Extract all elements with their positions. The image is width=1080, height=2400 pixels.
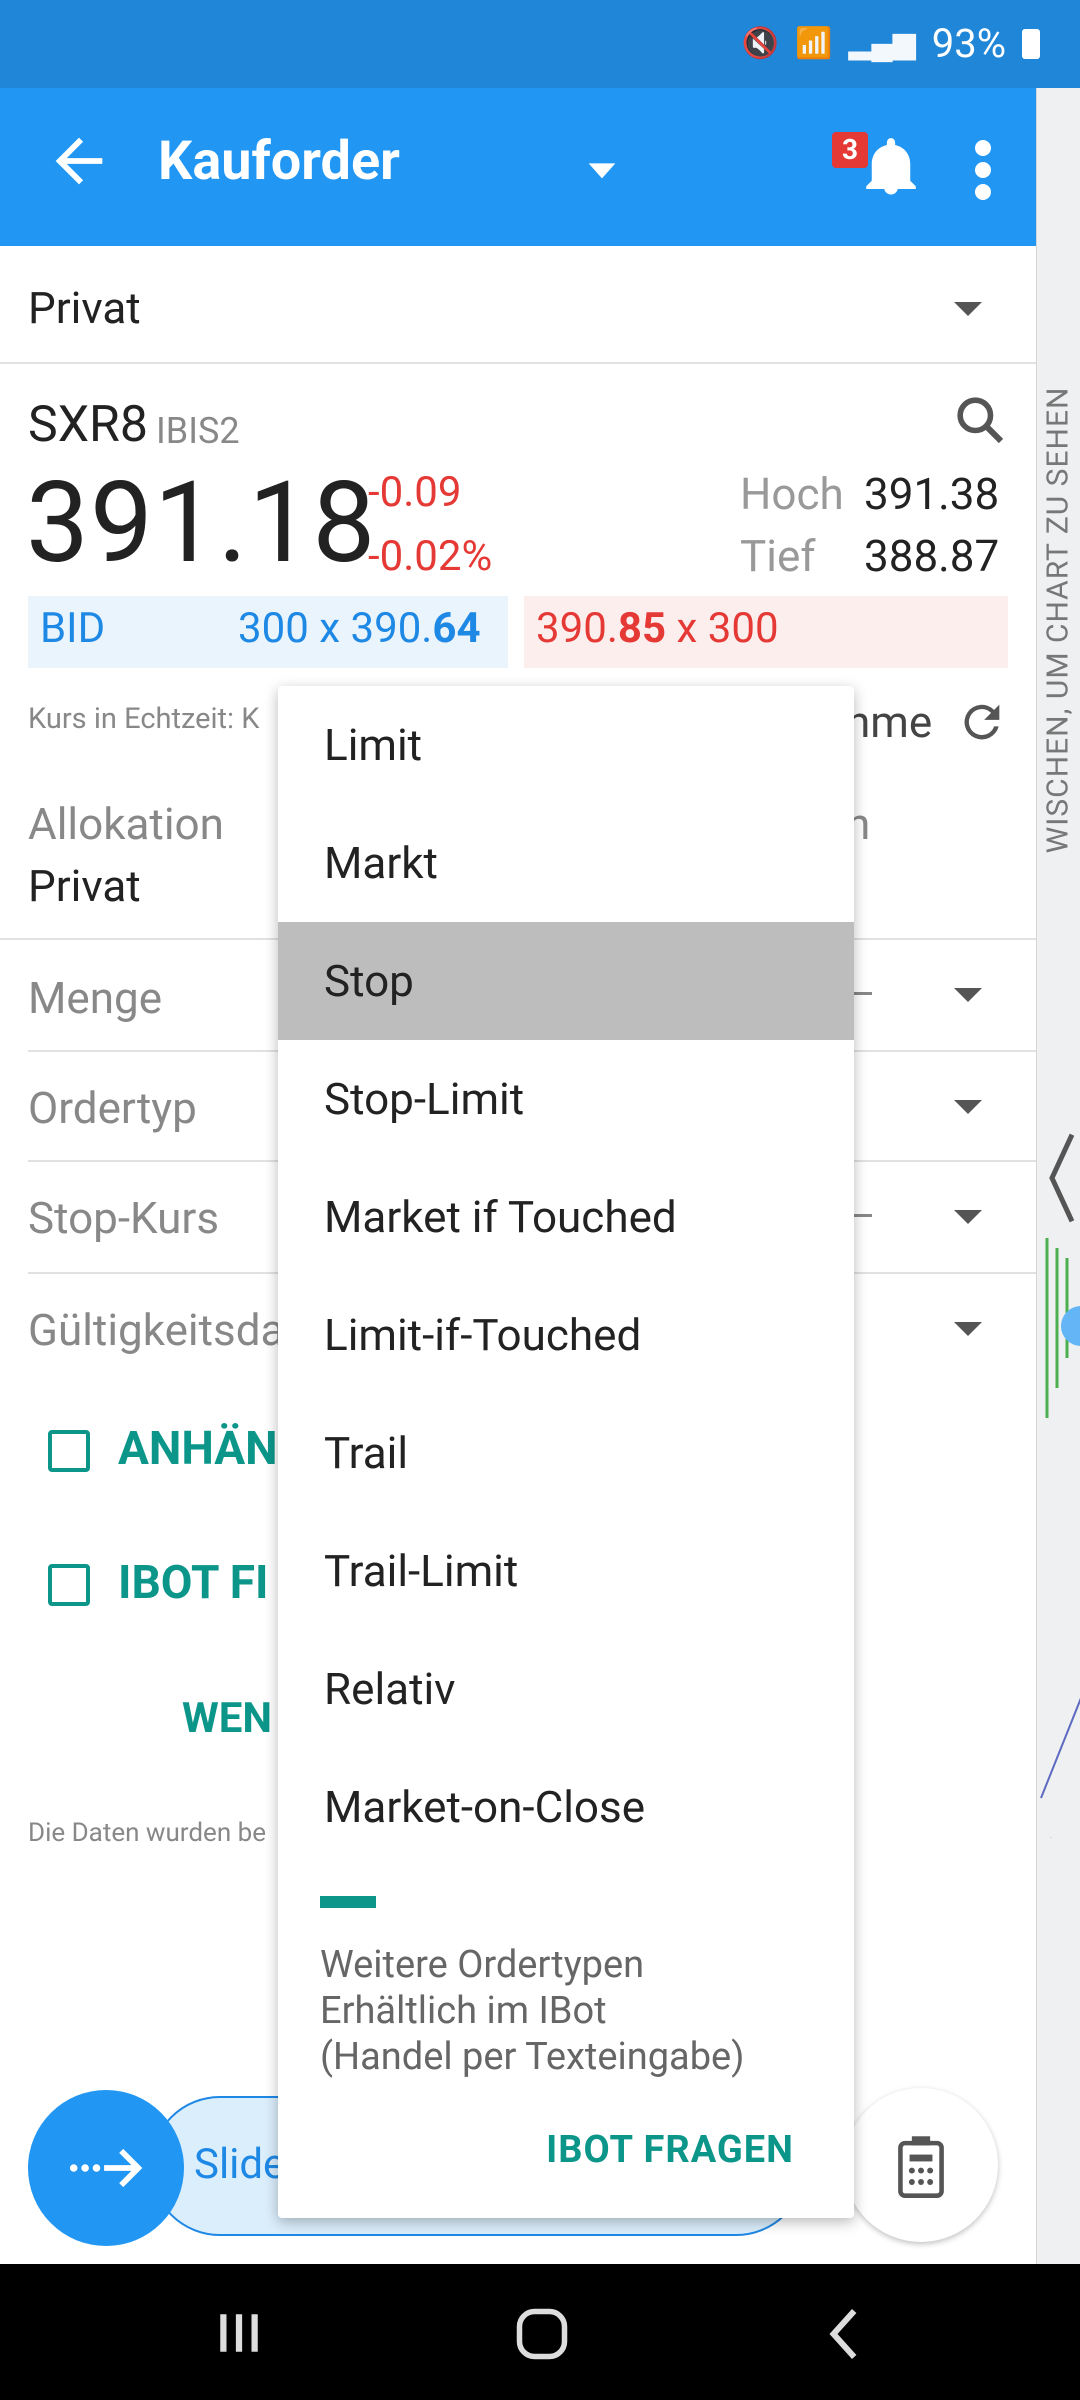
page-title: Kauforder xyxy=(158,130,400,193)
menu-item-trail-limit[interactable]: Trail-Limit xyxy=(278,1512,854,1630)
quantity-label: Menge xyxy=(28,972,163,1024)
status-icons: 🔇 📶 ▂▄▆ 93% xyxy=(742,20,1040,67)
chevron-left-icon[interactable] xyxy=(1045,1128,1079,1228)
notification-badge: 3 xyxy=(832,132,868,168)
signal-icon: ▂▄▆ xyxy=(848,26,916,61)
ordertype-label: Ordertyp xyxy=(28,1082,197,1134)
allocation-label: Allokation xyxy=(28,798,224,850)
quantity-dropdown-icon[interactable] xyxy=(954,988,982,1002)
exchange: IBIS2 xyxy=(156,410,240,452)
mute-icon: 🔇 xyxy=(741,26,779,61)
bid-label: BID xyxy=(40,604,106,653)
stop-price-dropdown-icon[interactable] xyxy=(954,1210,982,1224)
symbol: SXR8 xyxy=(28,396,148,454)
ask-ibot-button[interactable]: IBOT FRAGEN xyxy=(546,2128,794,2172)
low-value: 388.87 xyxy=(864,530,1000,582)
allocation-value[interactable]: Privat xyxy=(28,860,141,912)
recent-apps-icon[interactable] xyxy=(214,2308,264,2358)
menu-item-market-on-close[interactable]: Market-on-Close xyxy=(278,1748,854,1866)
menu-item-limit[interactable]: Limit xyxy=(278,686,854,804)
menu-item-market-if-touched[interactable]: Market if Touched xyxy=(278,1158,854,1276)
menu-accent-divider xyxy=(320,1896,376,1908)
price-change: -0.09 xyxy=(368,468,462,517)
price-change-percent: -0.02% xyxy=(368,532,493,581)
add-ibot-icon[interactable] xyxy=(48,1564,90,1606)
battery-icon xyxy=(1022,28,1040,59)
back-arrow-icon[interactable] xyxy=(44,126,114,196)
swipe-hint: WISCHEN, UM CHART ZU SEHEN xyxy=(1040,386,1076,854)
chevron-down-icon[interactable] xyxy=(582,150,622,190)
stop-price-label: Stop-Kurs xyxy=(28,1192,220,1244)
refresh-text: hme xyxy=(846,696,933,748)
battery-text: 93% xyxy=(931,20,1006,67)
divider xyxy=(0,362,1036,364)
bid-value: 300 x 390.64 xyxy=(238,604,481,653)
home-icon[interactable] xyxy=(512,2304,572,2364)
account-selector-value[interactable]: Privat xyxy=(28,282,141,334)
ibot-button[interactable]: IBOT FI xyxy=(118,1556,268,1610)
low-label: Tief xyxy=(740,530,816,582)
realtime-note: Kurs in Echtzeit: K xyxy=(28,702,260,736)
refresh-icon[interactable] xyxy=(956,696,1008,748)
calculator-icon xyxy=(898,2136,944,2198)
status-bar: 🔇 📶 ▂▄▆ 93% xyxy=(0,0,1080,88)
menu-item-relative[interactable]: Relativ xyxy=(278,1630,854,1748)
more-ordertypes-note: Weitere Ordertypen Erhältlich im IBot (H… xyxy=(320,1943,745,2079)
app-bar: Kauforder 3 xyxy=(0,88,1036,246)
menu-item-limit-if-touched[interactable]: Limit-if-Touched xyxy=(278,1276,854,1394)
menu-item-stop-limit[interactable]: Stop-Limit xyxy=(278,1040,854,1158)
system-nav-bar xyxy=(0,2264,1080,2400)
calculator-button[interactable] xyxy=(844,2088,998,2242)
high-label: Hoch xyxy=(740,468,844,520)
high-value: 391.38 xyxy=(864,468,1000,520)
arrow-right-icon xyxy=(69,2148,143,2188)
menu-item-trail[interactable]: Trail xyxy=(278,1394,854,1512)
ordertype-dropdown-menu: Limit Markt Stop Stop-Limit Market if To… xyxy=(278,686,854,2218)
slider-text: Slide xyxy=(194,2140,286,2189)
ask-value: 390.85 x 300 xyxy=(536,604,779,653)
menu-item-market[interactable]: Markt xyxy=(278,804,854,922)
validity-dropdown-icon[interactable] xyxy=(954,1322,982,1336)
ordertype-dropdown-icon[interactable] xyxy=(954,1100,982,1114)
mini-chart xyxy=(1040,1238,1080,1838)
account-dropdown-icon[interactable] xyxy=(954,302,982,316)
slide-to-submit-knob[interactable] xyxy=(28,2090,184,2246)
menu-item-stop[interactable]: Stop xyxy=(278,922,854,1040)
wen-button[interactable]: WEN xyxy=(182,1694,272,1743)
wifi-icon: 📶 xyxy=(794,26,833,61)
attach-order-button[interactable]: ANHÄN xyxy=(118,1422,278,1476)
search-icon[interactable] xyxy=(952,392,1008,448)
add-attach-icon[interactable] xyxy=(48,1430,90,1472)
more-vert-icon[interactable] xyxy=(968,138,998,202)
last-price: 391.18 xyxy=(26,458,377,589)
validity-label: Gültigkeitsda xyxy=(28,1304,285,1356)
back-nav-icon[interactable] xyxy=(822,2306,868,2362)
data-note: Die Daten wurden be xyxy=(28,1818,267,1848)
